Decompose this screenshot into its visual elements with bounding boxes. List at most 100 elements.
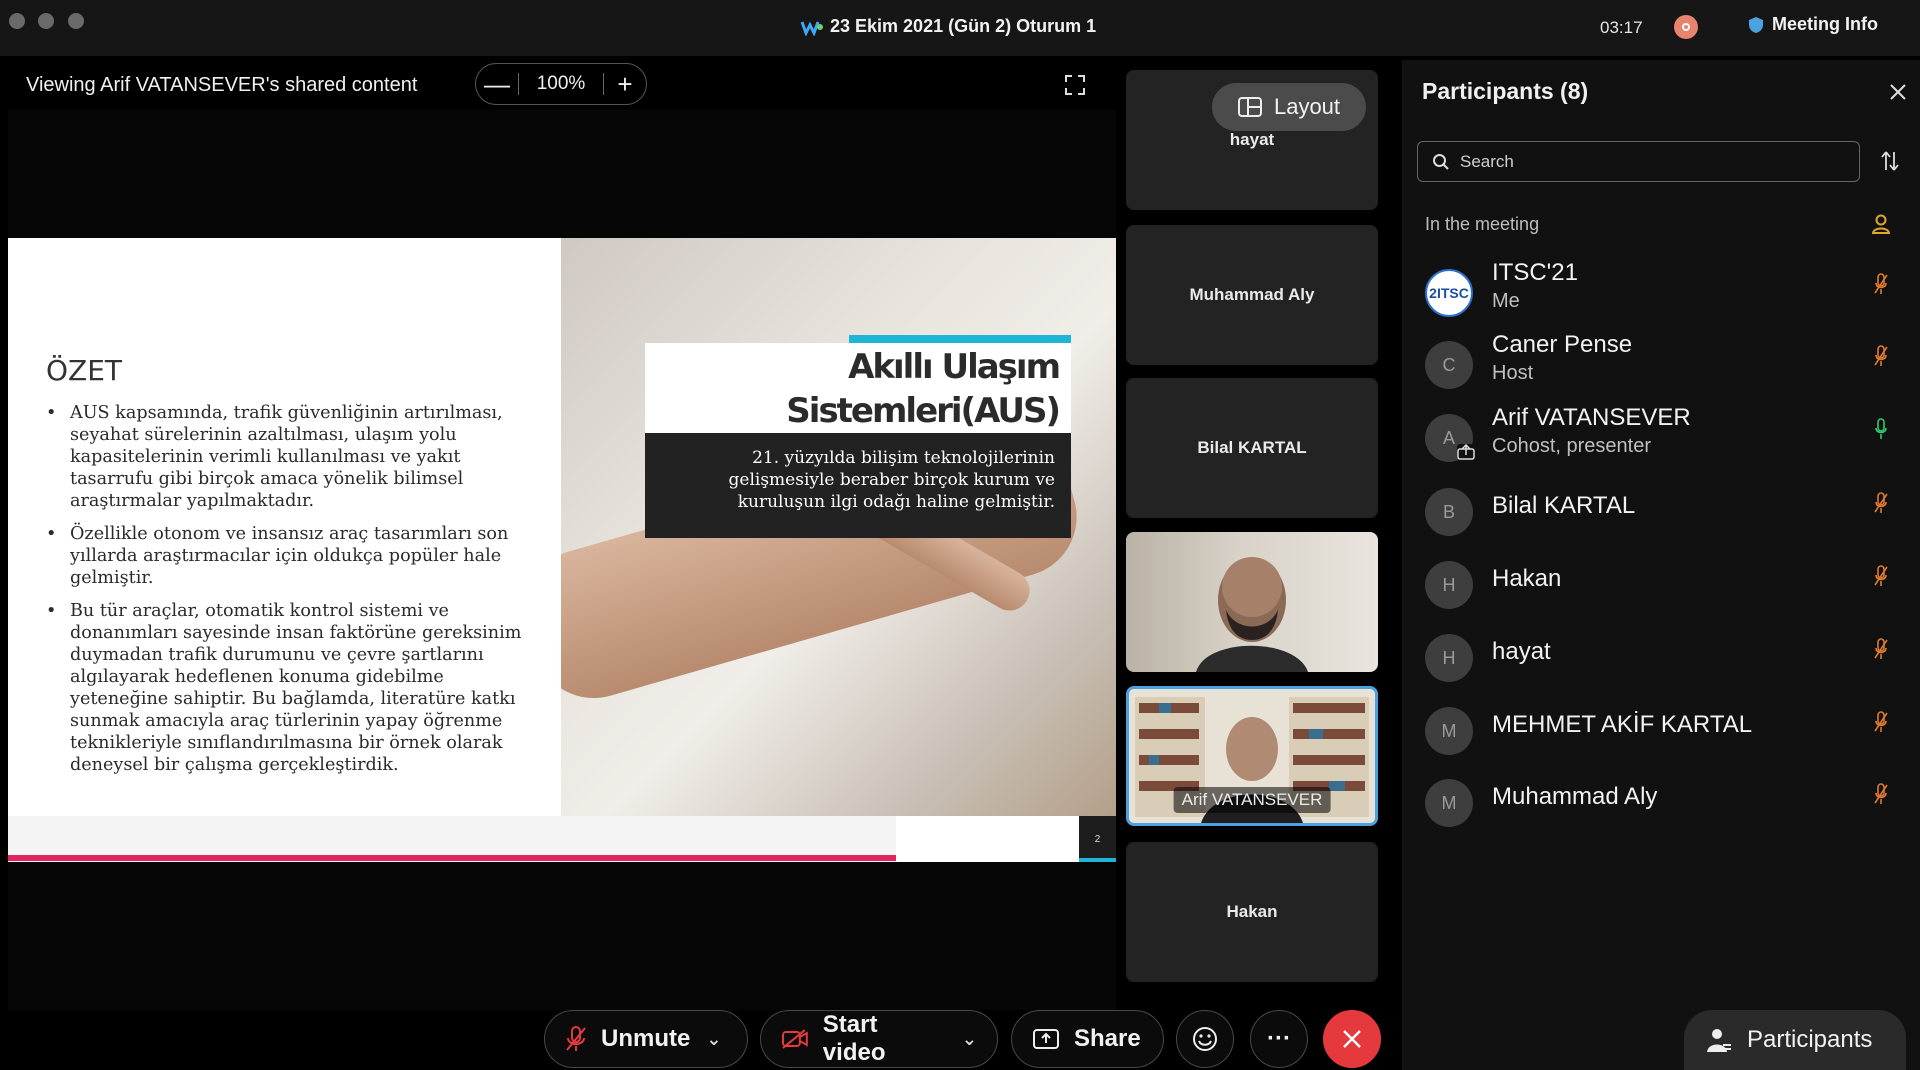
chevron-down-icon[interactable]: ⌄ <box>962 1029 977 1050</box>
video-tile-name: Muhammad Aly <box>1189 285 1315 304</box>
video-tile-name: Hakan <box>1226 902 1278 921</box>
zoom-window-button[interactable] <box>68 13 84 29</box>
unmute-button[interactable]: Unmute ⌄ <box>544 1010 748 1068</box>
share-screen-icon <box>1033 1029 1059 1049</box>
video-tile[interactable]: Bilal KARTAL <box>1126 378 1378 518</box>
avatar: 2ITSC <box>1425 269 1473 317</box>
shield-icon <box>1749 16 1763 33</box>
avatar: H <box>1425 561 1473 609</box>
participant-row[interactable]: 2ITSC ITSC'21 Me <box>1412 259 1912 329</box>
slide-bullet: Özellikle otonom ve insansız araç tasarı… <box>46 523 546 589</box>
participant-row[interactable]: M MEHMET AKİF KARTAL <box>1412 697 1912 767</box>
slide-footer-white <box>896 816 1079 862</box>
sort-icon[interactable] <box>1880 150 1900 172</box>
slide-aus-subtitle: 21. yüzyılda bilişim teknolojilerinin ge… <box>728 448 1056 512</box>
fullscreen-icon[interactable] <box>1064 74 1086 96</box>
participant-row[interactable]: M Muhammad Aly <box>1412 769 1912 839</box>
video-tile[interactable]: Hakan <box>1126 842 1378 982</box>
zoom-in-button[interactable]: + <box>604 64 646 104</box>
zoom-level: 100% <box>536 73 586 94</box>
video-tile[interactable] <box>1126 532 1378 672</box>
unmute-label: Unmute <box>601 1025 691 1052</box>
mic-active-icon[interactable] <box>1874 418 1888 440</box>
chevron-down-icon[interactable]: ⌄ <box>706 1029 721 1050</box>
participant-row[interactable]: A Arif VATANSEVER Cohost, presenter <box>1412 404 1912 474</box>
participant-name: Bilal KARTAL <box>1492 492 1636 519</box>
share-label: Share <box>1074 1025 1141 1052</box>
avatar: M <box>1425 779 1473 827</box>
mic-muted-icon[interactable] <box>1874 638 1888 660</box>
participants-button[interactable]: Participants <box>1684 1010 1906 1070</box>
mic-muted-icon[interactable] <box>1874 345 1888 367</box>
video-off-icon <box>781 1029 808 1049</box>
avatar: B <box>1425 488 1473 536</box>
participant-row[interactable]: H Hakan <box>1412 551 1912 621</box>
mic-muted-icon[interactable] <box>1874 783 1888 805</box>
meeting-info-button[interactable]: Meeting Info <box>1748 14 1878 35</box>
layout-button[interactable]: Layout <box>1212 83 1366 131</box>
close-icon[interactable] <box>1890 84 1906 100</box>
zoom-control: — 100% + <box>475 63 647 105</box>
meeting-info-label: Meeting Info <box>1772 14 1878 34</box>
mic-muted-icon <box>566 1026 586 1051</box>
shared-content-header: Viewing Arif VATANSEVER's shared content <box>26 74 418 96</box>
participants-icon <box>1707 1029 1731 1052</box>
slide-title: ÖZET <box>46 354 123 387</box>
meeting-timer: 03:17 <box>1600 18 1643 37</box>
slide-bullet: Bu tür araçlar, otomatik kontrol sistemi… <box>46 600 546 776</box>
video-tile[interactable]: Muhammad Aly <box>1126 225 1378 365</box>
slide-text-panel: ÖZET AUS kapsamında, trafik güvenliğinin… <box>8 238 561 816</box>
participant-name: hayat <box>1492 638 1551 665</box>
participant-role: Host <box>1492 362 1534 384</box>
search-icon <box>1433 153 1449 170</box>
slide-page-number: 2 <box>1079 816 1116 862</box>
slide-aus-title-box: Akıllı Ulaşım Sistemleri(AUS) <box>645 343 1071 433</box>
mic-muted-icon[interactable] <box>1874 565 1888 587</box>
leave-meeting-button[interactable] <box>1323 1010 1381 1068</box>
slide-bullet-list: AUS kapsamında, trafik güvenliğinin artı… <box>46 402 546 787</box>
slide-accent-bar <box>849 335 1071 343</box>
video-tile-name: Bilal KARTAL <box>1197 438 1307 457</box>
participant-name: Caner Pense <box>1492 331 1633 358</box>
recording-indicator-icon[interactable] <box>1674 15 1698 39</box>
reactions-button[interactable] <box>1176 1010 1234 1068</box>
video-tile-active-speaker[interactable]: Arif VATANSEVER <box>1126 686 1378 826</box>
mic-muted-icon[interactable] <box>1874 273 1888 295</box>
slide-aus-title: Akıllı Ulaşım Sistemleri(AUS) <box>786 345 1061 433</box>
presentation-slide: ÖZET AUS kapsamında, trafik güvenliğinin… <box>8 238 1116 862</box>
meeting-title: 23 Ekim 2021 (Gün 2) Oturum 1 <box>830 16 1097 36</box>
search-input[interactable] <box>1458 150 1832 173</box>
start-video-label: Start video <box>822 1011 886 1066</box>
participant-name: Hakan <box>1492 565 1562 592</box>
emoji-icon <box>1193 1027 1217 1051</box>
avatar: M <box>1425 707 1473 755</box>
window-title: 23 Ekim 2021 (Gün 2) Oturum 1 <box>800 16 1096 37</box>
participant-search <box>1417 141 1860 182</box>
more-options-button[interactable]: ··· <box>1250 1010 1308 1068</box>
mic-muted-icon[interactable] <box>1874 711 1888 733</box>
participant-row[interactable]: H hayat <box>1412 624 1912 694</box>
slide-aus-subtitle-box: 21. yüzyılda bilişim teknolojilerinin ge… <box>645 433 1071 538</box>
start-video-button[interactable]: Start video ⌄ <box>760 1010 998 1068</box>
participant-video-image <box>1196 557 1308 672</box>
participant-row[interactable]: C Caner Pense Host <box>1412 331 1912 401</box>
slide-aus-title-line: Sistemleri(AUS) <box>786 391 1061 431</box>
video-tile-name: Arif VATANSEVER <box>1173 787 1331 813</box>
minimize-window-button[interactable] <box>38 13 54 29</box>
layout-label: Layout <box>1273 94 1341 119</box>
share-button[interactable]: Share <box>1011 1010 1164 1068</box>
webex-logo-icon <box>800 20 823 36</box>
layout-icon <box>1237 97 1262 117</box>
slide-aus-title-line: Akıllı Ulaşım <box>848 347 1061 387</box>
mic-muted-icon[interactable] <box>1874 492 1888 514</box>
video-tile-name: hayat <box>1229 130 1275 149</box>
zoom-out-button[interactable]: — <box>476 64 518 104</box>
close-window-button[interactable] <box>9 13 25 29</box>
avatar: H <box>1425 634 1473 682</box>
participant-role: Cohost, presenter <box>1492 435 1651 457</box>
participant-row[interactable]: B Bilal KARTAL <box>1412 478 1912 548</box>
person-icon[interactable] <box>1872 214 1890 234</box>
participant-role: Me <box>1492 290 1520 312</box>
title-bar: 23 Ekim 2021 (Gün 2) Oturum 1 03:17 Meet… <box>0 0 1920 56</box>
participants-label: Participants <box>1747 1026 1873 1053</box>
